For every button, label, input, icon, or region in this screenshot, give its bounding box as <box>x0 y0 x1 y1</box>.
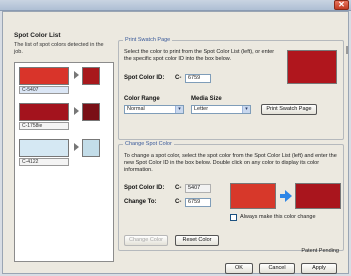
spot-color-swatch <box>19 103 69 121</box>
spot-color-swatch-secondary <box>82 103 100 121</box>
arrow-right-icon <box>74 71 79 79</box>
arrow-right-icon <box>74 107 79 115</box>
change-spot-color-title: Change Spot Color <box>123 141 174 147</box>
change-color-button[interactable]: Change Color <box>124 235 168 246</box>
print-swatch-group: Print Swatch Page Select the color to pr… <box>118 37 344 140</box>
spot-color-id-label: Spot Color ID: <box>124 75 165 81</box>
apply-button[interactable]: Apply <box>301 263 337 274</box>
spot-color-listbox[interactable]: C-5407 C-1758ie C-4122 <box>14 62 114 262</box>
spot-color-list-description: The list of spot colors detected in the … <box>14 42 104 55</box>
spot-color-id-input[interactable]: 6759 <box>185 74 211 83</box>
change-to-input[interactable]: 6759 <box>185 198 211 207</box>
arrow-right-icon-head <box>285 190 292 202</box>
title-bar: ✕ <box>0 0 351 11</box>
change-to-label: Change To: <box>124 199 157 205</box>
list-item[interactable]: C-5407 <box>18 66 110 95</box>
change-spot-instructions: To change a spot color, select the spot … <box>124 153 337 173</box>
always-change-checkbox[interactable] <box>230 214 237 221</box>
change-spot-color-group: Change Spot Color To change a spot color… <box>118 141 344 251</box>
cancel-button[interactable]: Cancel <box>259 263 295 274</box>
list-item[interactable]: C-1758ie <box>18 102 110 131</box>
print-swatch-title: Print Swatch Page <box>123 37 173 43</box>
current-color-swatch <box>230 183 276 209</box>
spot-color-list-title: Spot Color List <box>14 32 61 39</box>
change-to-prefix: C- <box>175 199 182 205</box>
new-color-swatch <box>295 183 341 209</box>
print-swatch-page-button[interactable]: Print Swatch Page <box>261 104 317 115</box>
spot-color-swatch <box>19 67 69 85</box>
spot-color-list-panel: Spot Color List The list of spot colors … <box>14 32 114 264</box>
spot-color-swatch-secondary <box>82 67 100 85</box>
spot-color-id-label: Spot Color ID: <box>124 185 165 191</box>
color-range-select[interactable]: Normal ▾ <box>124 105 184 114</box>
reset-color-button[interactable]: Reset Color <box>175 235 219 246</box>
resize-edge <box>346 46 348 54</box>
spot-color-swatch-secondary <box>82 139 100 157</box>
spot-color-dialog: Spot Color List The list of spot colors … <box>2 11 349 274</box>
always-change-label: Always make this color change <box>240 214 316 220</box>
close-button[interactable]: ✕ <box>334 0 349 10</box>
spot-color-prefix: C- <box>175 185 182 191</box>
spot-color-id-label: C-1758ie <box>19 122 69 130</box>
spot-color-id-label: C-4122 <box>19 158 69 166</box>
spot-color-prefix: C- <box>175 75 182 81</box>
spot-color-swatch <box>19 139 69 157</box>
arrow-right-icon <box>74 143 79 151</box>
ok-button[interactable]: OK <box>225 263 253 274</box>
patent-pending-text: Patent Pending <box>301 248 339 254</box>
color-range-value: Normal <box>127 106 145 112</box>
media-size-value: Letter <box>194 106 209 112</box>
media-size-label: Media Size <box>191 96 222 102</box>
chevron-down-icon: ▾ <box>242 106 250 113</box>
media-size-select[interactable]: Letter ▾ <box>191 105 251 114</box>
chevron-down-icon: ▾ <box>175 106 183 113</box>
spot-color-id-label: C-5407 <box>19 86 69 94</box>
print-swatch-instructions: Select the color to print from the Spot … <box>124 49 275 62</box>
list-item[interactable]: C-4122 <box>18 138 110 167</box>
close-icon: ✕ <box>338 0 345 9</box>
print-swatch-preview <box>287 50 337 84</box>
current-spot-color-field: 5407 <box>185 184 211 193</box>
color-range-label: Color Range <box>124 96 160 102</box>
